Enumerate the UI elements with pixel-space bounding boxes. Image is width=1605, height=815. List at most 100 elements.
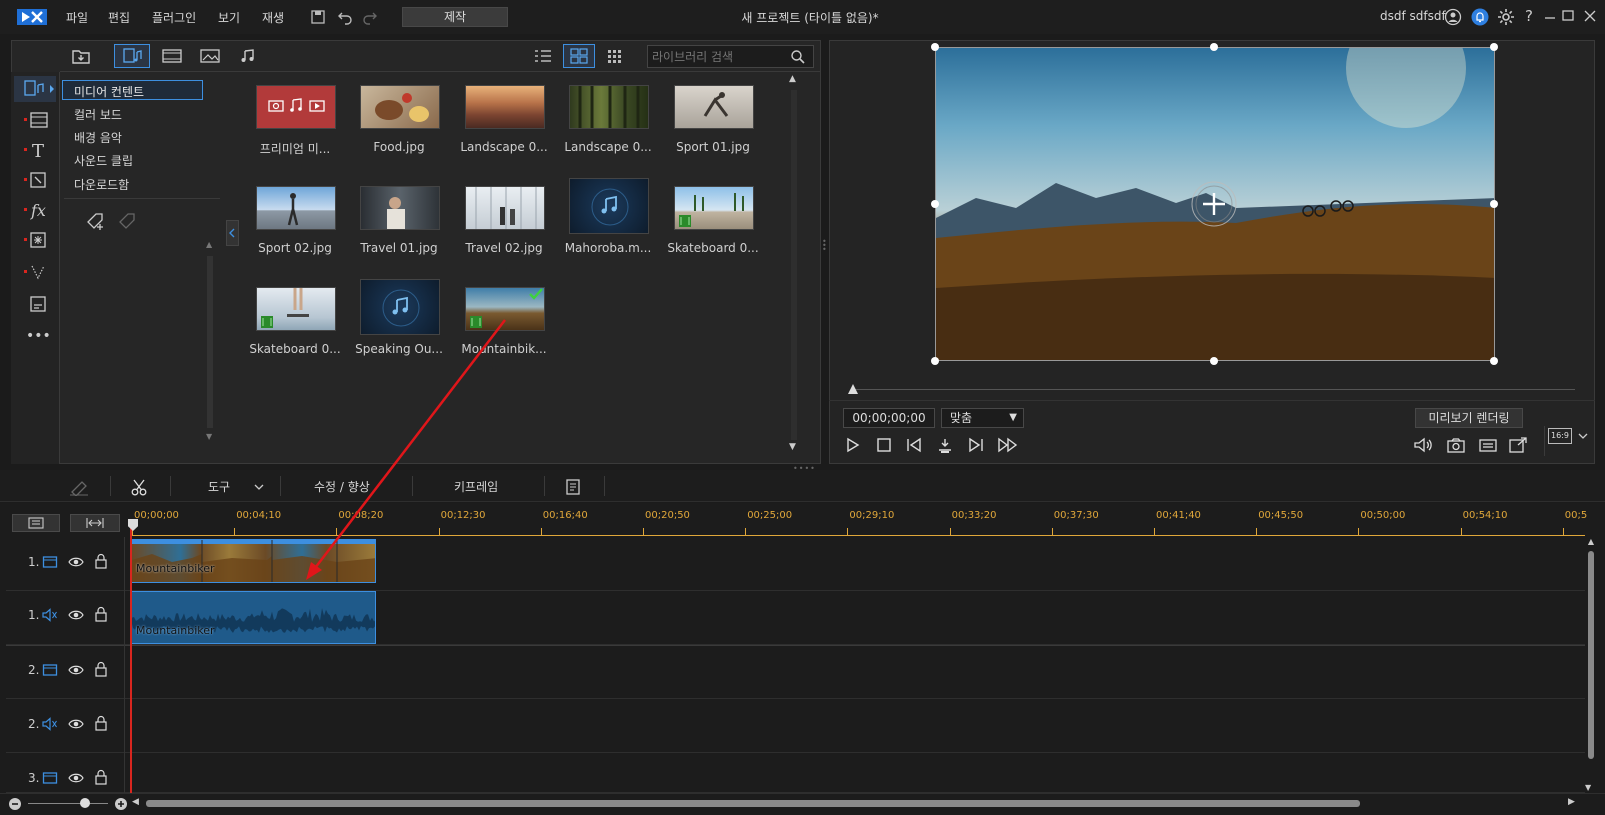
resize-handle[interactable] <box>931 43 939 51</box>
snapshot-camera-icon[interactable] <box>1446 436 1466 454</box>
zoom-slider-track[interactable] <box>28 803 108 804</box>
preview-scrubber-track[interactable] <box>855 389 1575 390</box>
timeline-audio-clip[interactable]: Mountainbiker <box>131 591 376 644</box>
vertical-splitter-handle[interactable]: • • • <box>822 238 827 254</box>
lock-icon[interactable] <box>94 715 108 731</box>
media-thumb-mahoroba[interactable] <box>569 178 649 234</box>
more-rooms-icon[interactable]: ••• <box>26 328 51 344</box>
resize-handle[interactable] <box>931 357 939 365</box>
go-to-start-icon[interactable] <box>936 436 954 454</box>
filter-image-icon[interactable] <box>198 46 222 66</box>
produce-button[interactable]: 제작 <box>402 7 508 27</box>
particle-room-icon[interactable] <box>22 228 48 252</box>
category-background-music[interactable]: 배경 음악 <box>74 129 122 146</box>
chevron-down-icon[interactable] <box>254 483 264 491</box>
user-name[interactable]: dsdf sdfsdf <box>1380 9 1446 23</box>
scroll-up-arrow-icon[interactable]: ▲ <box>1585 537 1597 546</box>
category-scrollbar[interactable]: ▲ ▼ <box>206 240 214 446</box>
grid-view-button[interactable] <box>563 44 595 68</box>
zoom-in-icon[interactable] <box>114 797 128 811</box>
media-thumb-sport-02[interactable] <box>256 186 336 230</box>
lock-icon[interactable] <box>94 553 108 569</box>
import-media-icon[interactable] <box>70 46 92 66</box>
scroll-left-arrow-icon[interactable]: ◀ <box>132 797 139 807</box>
transition-room-icon[interactable] <box>22 108 48 132</box>
preview-quality-icon[interactable] <box>1478 436 1498 454</box>
title-room-icon[interactable]: T <box>22 138 48 162</box>
subtitle-list-icon[interactable] <box>564 478 582 496</box>
filter-video-audio-tab[interactable] <box>114 44 150 68</box>
scroll-up-arrow-icon[interactable]: ▲ <box>789 74 799 84</box>
lock-icon[interactable] <box>94 661 108 677</box>
scroll-right-arrow-icon[interactable]: ▶ <box>1568 797 1575 807</box>
media-thumb-sport-01[interactable] <box>674 85 754 129</box>
audio-mixing-room-icon[interactable] <box>22 260 48 284</box>
menu-view[interactable]: 보기 <box>218 9 240 26</box>
fit-zoom-dropdown[interactable]: 맞춤 ▼ <box>941 408 1024 428</box>
effect-room-icon[interactable]: fx <box>22 198 48 222</box>
add-tag-icon[interactable] <box>84 208 108 232</box>
category-media-content[interactable]: 미디어 컨텐트 <box>74 83 144 100</box>
library-search-box[interactable] <box>647 45 814 68</box>
resize-handle[interactable] <box>1210 43 1218 51</box>
collapse-panel-button[interactable] <box>226 220 239 246</box>
menu-edit[interactable]: 편집 <box>108 9 130 26</box>
settings-gear-icon[interactable] <box>1497 8 1515 26</box>
redo-icon[interactable] <box>362 9 378 25</box>
preview-render-button[interactable]: 미리보기 렌더링 <box>1415 408 1523 428</box>
minimize-icon[interactable] <box>1543 8 1557 24</box>
scroll-down-arrow-icon[interactable]: ▼ <box>789 442 796 452</box>
account-icon[interactable] <box>1444 8 1462 26</box>
scroll-up-arrow-icon[interactable]: ▲ <box>206 240 214 249</box>
resize-handle[interactable] <box>1210 357 1218 365</box>
fast-forward-icon[interactable] <box>997 436 1019 454</box>
media-room-tab[interactable] <box>14 76 56 102</box>
undo-icon[interactable] <box>337 9 353 25</box>
fit-timeline-button[interactable] <box>70 514 120 532</box>
menu-playback[interactable]: 재생 <box>262 9 284 26</box>
tools-menu-button[interactable]: 도구 <box>208 478 230 495</box>
category-sound-clips[interactable]: 사운드 클립 <box>74 152 133 169</box>
resize-handle[interactable] <box>931 200 939 208</box>
pip-room-icon[interactable] <box>22 168 48 192</box>
media-thumb-landscape-02[interactable] <box>569 85 649 129</box>
zoom-out-icon[interactable] <box>8 797 22 811</box>
track-manager-button[interactable] <box>12 514 60 532</box>
library-search-input[interactable] <box>652 48 782 65</box>
media-thumb-skateboard-01[interactable] <box>674 186 754 230</box>
menu-file[interactable]: 파일 <box>66 9 88 26</box>
lock-icon[interactable] <box>94 606 108 622</box>
eye-visibility-icon[interactable] <box>68 608 84 622</box>
volume-icon[interactable] <box>1413 436 1433 454</box>
category-downloads[interactable]: 다운로드함 <box>74 176 129 193</box>
aspect-ratio-dropdown[interactable]: 16:9 <box>1548 426 1592 448</box>
close-icon[interactable] <box>1583 8 1597 24</box>
timeline-horizontal-scroll-thumb[interactable] <box>146 800 1360 807</box>
resize-handle[interactable] <box>1490 357 1498 365</box>
timecode-display[interactable]: 00;00;00;00 <box>843 408 935 428</box>
small-icon-view-icon[interactable] <box>605 46 625 66</box>
next-frame-icon[interactable] <box>967 436 985 454</box>
previous-frame-icon[interactable] <box>905 436 923 454</box>
undock-preview-icon[interactable] <box>1508 436 1528 454</box>
play-icon[interactable] <box>844 436 862 454</box>
media-thumb-landscape-01[interactable] <box>465 85 545 129</box>
eye-visibility-icon[interactable] <box>68 555 84 569</box>
subtitle-room-icon[interactable] <box>22 292 48 316</box>
preview-scrubber-handle[interactable] <box>846 382 860 396</box>
eye-visibility-icon[interactable] <box>68 663 84 677</box>
split-scissors-icon[interactable] <box>130 478 148 496</box>
help-icon[interactable]: ? <box>1525 7 1533 25</box>
stop-icon[interactable] <box>875 436 893 454</box>
eye-visibility-icon[interactable] <box>68 771 84 785</box>
media-thumb-premium[interactable] <box>256 85 336 129</box>
notification-bell-icon[interactable] <box>1471 8 1489 26</box>
category-color-board[interactable]: 컬러 보드 <box>74 106 122 123</box>
zoom-slider-handle[interactable] <box>80 798 90 808</box>
timeline-vertical-scrollbar[interactable]: ▲ ▼ <box>1585 537 1597 795</box>
menu-plugin[interactable]: 플러그인 <box>152 9 196 26</box>
media-thumb-food[interactable] <box>360 85 440 129</box>
eye-visibility-icon[interactable] <box>68 717 84 731</box>
resize-handle[interactable] <box>1490 200 1498 208</box>
media-scrollbar[interactable]: ▲ ▼ <box>789 74 799 456</box>
